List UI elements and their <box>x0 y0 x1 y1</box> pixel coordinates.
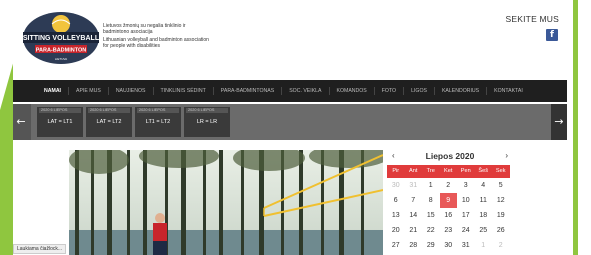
nav-item-kalendorius[interactable]: Kalendorius <box>435 88 486 94</box>
calendar-day[interactable]: 4 <box>475 178 493 193</box>
results-carousel: ← 2020 6 LIEPOS LAT = LT1 2020 6 LIEPOS … <box>13 104 567 140</box>
calendar-day[interactable]: 19 <box>492 208 510 223</box>
weekday-header: Šeš <box>474 165 492 178</box>
calendar-day[interactable]: 24 <box>457 223 475 238</box>
carousel-prev-arrow-icon[interactable]: ← <box>13 104 29 140</box>
nav-item-komandos[interactable]: Komandos <box>330 88 374 94</box>
calendar-day[interactable]: 13 <box>387 208 405 223</box>
main-nav: Namai Apie mus Naujienos Tinklinis sėdin… <box>13 80 567 102</box>
calendar-day[interactable]: 12 <box>492 193 510 208</box>
calendar-next-icon[interactable]: › <box>505 147 508 165</box>
nav-item-para-badmintonas[interactable]: Para-badmintonas <box>214 88 281 94</box>
calendar-header: ‹ Liepos 2020 › <box>387 147 513 165</box>
calendar-day[interactable]: 21 <box>405 223 423 238</box>
carousel-next-arrow-icon[interactable]: → <box>551 104 567 140</box>
result-date: 2020 6 LIEPOS <box>137 108 179 113</box>
nav-item-ligos[interactable]: Ligos <box>404 88 434 94</box>
result-score: LR = LR <box>196 119 218 125</box>
calendar-day[interactable]: 31 <box>405 178 423 193</box>
calendar-day[interactable]: 10 <box>457 193 475 208</box>
calendar-day[interactable]: 3 <box>457 178 475 193</box>
calendar-day[interactable]: 31 <box>457 238 475 253</box>
result-card[interactable]: 2020 6 LIEPOS LR = LR <box>184 107 230 137</box>
calendar-day[interactable]: 30 <box>387 178 405 193</box>
nav-item-foto[interactable]: Foto <box>375 88 403 94</box>
calendar-day[interactable]: 2 <box>440 178 458 193</box>
result-score: LAT = LT1 <box>47 119 73 125</box>
calendar-day[interactable]: 11 <box>475 193 493 208</box>
decorative-side-bar <box>569 0 591 255</box>
calendar-day[interactable]: 5 <box>492 178 510 193</box>
facebook-icon[interactable]: f <box>546 29 558 41</box>
calendar-day[interactable]: 14 <box>405 208 423 223</box>
page: SITTING VOLLEYBALL PARA-BADMINTON LIETUV… <box>13 0 567 255</box>
calendar-title: Liepos 2020 <box>425 151 475 161</box>
calendar-day[interactable]: 20 <box>387 223 405 238</box>
decorative-side-stripe <box>0 60 14 255</box>
calendar-day[interactable]: 1 <box>422 178 440 193</box>
weekday-header: Ant <box>404 165 422 178</box>
logo-subtitle: PARA-BADMINTON <box>36 48 87 54</box>
calendar-day[interactable]: 6 <box>387 193 405 208</box>
results-track: 2020 6 LIEPOS LAT = LT1 2020 6 LIEPOS LA… <box>31 104 553 140</box>
site-tagline: Lietuvos žmonių su negalia tinklinio ir … <box>103 23 213 49</box>
calendar-day[interactable]: 22 <box>422 223 440 238</box>
featured-photo[interactable] <box>69 150 383 255</box>
calendar-day[interactable]: 28 <box>405 238 423 253</box>
result-card[interactable]: 2020 6 LIEPOS LT1 = LT2 <box>135 107 181 137</box>
result-score: LT1 = LT2 <box>145 119 171 125</box>
nav-item-naujienos[interactable]: Naujienos <box>109 88 153 94</box>
calendar-day[interactable]: 2 <box>492 238 510 253</box>
weekday-header: Pir <box>387 165 405 178</box>
calendar-day[interactable]: 18 <box>475 208 493 223</box>
nav-item-kontaktai[interactable]: Kontaktai <box>487 88 530 94</box>
calendar-day[interactable]: 8 <box>422 193 440 208</box>
calendar-day[interactable]: 17 <box>457 208 475 223</box>
calendar-day[interactable]: 26 <box>492 223 510 238</box>
weekday-header: Ket <box>439 165 457 178</box>
nav-item-apie-mus[interactable]: Apie mus <box>69 88 108 94</box>
logo-title: SITTING VOLLEYBALL <box>23 35 100 42</box>
site-logo[interactable]: SITTING VOLLEYBALL PARA-BADMINTON LIETUV… <box>21 10 101 66</box>
calendar-day[interactable]: 16 <box>440 208 458 223</box>
nav-item-tinklinis-sedint[interactable]: Tinklinis sėdint <box>154 88 213 94</box>
calendar-day[interactable]: 25 <box>475 223 493 238</box>
calendar-day[interactable]: 29 <box>422 238 440 253</box>
weekday-header: Tre <box>422 165 440 178</box>
calendar-day[interactable]: 7 <box>405 193 423 208</box>
result-date: 2020 6 LIEPOS <box>186 108 228 113</box>
logo-country: LIETUVA <box>55 57 67 61</box>
browser-status-bar: Laukiama čiažlock... <box>13 244 67 254</box>
result-date: 2020 6 LIEPOS <box>88 108 130 113</box>
calendar-grid: Pir Ant Tre Ket Pen Šeš Sek 30 31 1 2 3 … <box>387 165 513 253</box>
result-date: 2020 6 LIEPOS <box>39 108 81 113</box>
tagline-lt: Lietuvos žmonių su negalia tinklinio ir … <box>103 23 186 35</box>
result-score: LAT = LT2 <box>96 119 122 125</box>
calendar-day[interactable]: 30 <box>440 238 458 253</box>
follow-us-label: SEKITE MUS <box>505 14 559 24</box>
calendar-day[interactable]: 1 <box>475 238 493 253</box>
calendar-day[interactable]: 27 <box>387 238 405 253</box>
calendar-prev-icon[interactable]: ‹ <box>392 147 395 165</box>
weekday-header: Sek <box>492 165 510 178</box>
weekday-header: Pen <box>457 165 475 178</box>
calendar-day-today[interactable]: 9 <box>439 193 457 208</box>
result-card[interactable]: 2020 6 LIEPOS LAT = LT1 <box>37 107 83 137</box>
calendar-day[interactable]: 15 <box>422 208 440 223</box>
nav-item-soc-veikla[interactable]: Soc. veikla <box>282 88 328 94</box>
result-card[interactable]: 2020 6 LIEPOS LAT = LT2 <box>86 107 132 137</box>
nav-item-namai[interactable]: Namai <box>37 88 68 94</box>
tagline-en: Lithuanian volleyball and badminton asso… <box>103 37 209 49</box>
calendar-day[interactable]: 23 <box>440 223 458 238</box>
events-calendar: ‹ Liepos 2020 › Pir Ant Tre Ket Pen Šeš … <box>387 147 513 253</box>
